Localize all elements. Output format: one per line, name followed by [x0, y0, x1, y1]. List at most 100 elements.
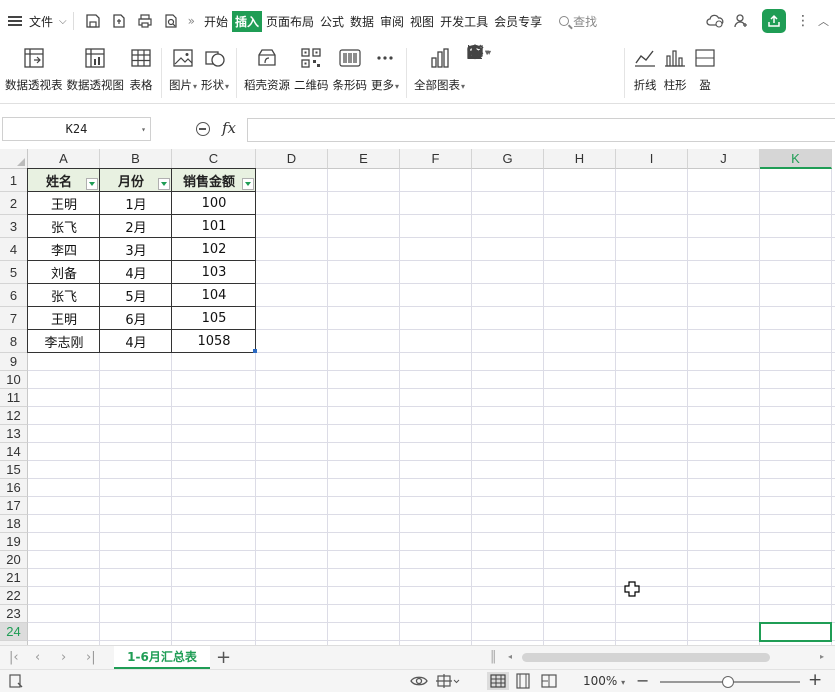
row-header-19[interactable]: 19 — [0, 533, 28, 551]
row-header-12[interactable]: 12 — [0, 407, 28, 425]
row-header-20[interactable]: 20 — [0, 551, 28, 569]
row-header-21[interactable]: 21 — [0, 569, 28, 587]
cloud-sync-icon[interactable] — [705, 11, 725, 31]
column-header-e[interactable]: E — [328, 149, 400, 169]
row-header-18[interactable]: 18 — [0, 515, 28, 533]
row-header-17[interactable]: 17 — [0, 497, 28, 515]
column-header-j[interactable]: J — [688, 149, 760, 169]
zoom-slider[interactable] — [660, 676, 800, 688]
scroll-left-icon[interactable]: ◂ — [508, 652, 512, 661]
row-header-24[interactable]: 24 — [0, 623, 28, 641]
page-break-view-icon[interactable] — [541, 673, 557, 689]
column-header-g[interactable]: G — [472, 149, 544, 169]
table-cell[interactable]: 3月 — [100, 238, 172, 261]
split-handle-icon[interactable]: ‖ — [490, 649, 497, 664]
column-header-f[interactable]: F — [400, 149, 472, 169]
column-header-h[interactable]: H — [544, 149, 616, 169]
table-cell[interactable]: 李志刚 — [28, 330, 100, 353]
last-sheet-icon[interactable]: ›| — [86, 650, 96, 665]
worksheet-grid[interactable]: A B C D E F G H I J K 1 2 3 4 5 6 7 8 9 10 11 12 13 14 15 16 17 18 19… — [0, 149, 835, 645]
shapes-button[interactable]: 形状▾ — [201, 42, 229, 102]
share-button[interactable] — [762, 9, 786, 33]
table-cell[interactable]: 王明 — [28, 192, 100, 215]
row-header-6[interactable]: 6 — [0, 284, 28, 307]
tab-insert[interactable]: 插入 — [231, 10, 262, 32]
tab-developer[interactable]: 开发工具 — [438, 11, 490, 32]
table-cell[interactable]: 5月 — [100, 284, 172, 307]
line-sparkline-button[interactable]: 折线 — [632, 42, 658, 102]
column-header-c[interactable]: C — [172, 149, 256, 169]
pivot-chart-button[interactable]: 数据透视图 — [67, 42, 124, 102]
row-header-14[interactable]: 14 — [0, 443, 28, 461]
scatter-chart-button[interactable]: ▾ — [467, 44, 489, 60]
column-header-i[interactable]: I — [616, 149, 688, 169]
table-cell[interactable]: 102 — [172, 238, 256, 261]
table-cell[interactable]: 4月 — [100, 261, 172, 284]
more-button[interactable]: 更多▾ — [371, 42, 399, 102]
column-header-k[interactable]: K — [760, 149, 832, 169]
collapse-ribbon-icon[interactable]: ︿ — [818, 13, 829, 29]
row-header-10[interactable]: 10 — [0, 371, 28, 389]
table-cell[interactable]: 张飞 — [28, 284, 100, 307]
row-header-11[interactable]: 11 — [0, 389, 28, 407]
row-header-13[interactable]: 13 — [0, 425, 28, 443]
save-icon[interactable] — [83, 11, 103, 31]
search-box[interactable]: 查找 — [559, 13, 597, 30]
select-all-corner[interactable] — [0, 149, 28, 169]
table-cell[interactable]: 张飞 — [28, 215, 100, 238]
all-charts-button[interactable]: 全部图表▾ — [414, 42, 465, 102]
tab-page-layout[interactable]: 页面布局 — [264, 11, 316, 32]
pivot-table-button[interactable]: 数据透视表 — [5, 42, 63, 102]
zoom-slider-knob[interactable] — [722, 676, 734, 688]
scroll-right-icon[interactable]: ▸ — [820, 652, 824, 661]
zoom-out-icon[interactable]: − — [636, 671, 649, 690]
filter-dropdown-icon[interactable] — [158, 178, 170, 190]
table-cell[interactable]: 100 — [172, 192, 256, 215]
table-button[interactable]: 表格 — [128, 42, 154, 102]
tab-view[interactable]: 视图 — [408, 11, 436, 32]
tab-data[interactable]: 数据 — [348, 11, 376, 32]
print-preview-icon[interactable] — [161, 11, 181, 31]
prev-sheet-icon[interactable]: ‹ — [35, 650, 40, 665]
row-header-9[interactable]: 9 — [0, 353, 28, 371]
row-header-22[interactable]: 22 — [0, 587, 28, 605]
row-header-3[interactable]: 3 — [0, 215, 28, 238]
zoom-level[interactable]: 100% ▾ — [583, 674, 625, 688]
sheet-tab-active[interactable]: 1-6月汇总表 — [114, 646, 210, 669]
table-cell[interactable]: 4月 — [100, 330, 172, 353]
filter-dropdown-icon[interactable] — [242, 178, 254, 190]
row-header-2[interactable]: 2 — [0, 192, 28, 215]
column-header-a[interactable]: A — [28, 149, 100, 169]
eye-protection-icon[interactable] — [410, 673, 428, 689]
tab-formulas[interactable]: 公式 — [318, 11, 346, 32]
table-cell[interactable]: 105 — [172, 307, 256, 330]
column-header-d[interactable]: D — [256, 149, 328, 169]
table-cell[interactable]: 2月 — [100, 215, 172, 238]
insert-function-icon[interactable]: fx — [222, 119, 236, 137]
zoom-in-icon[interactable]: + — [808, 670, 822, 690]
row-header-4[interactable]: 4 — [0, 238, 28, 261]
add-sheet-button[interactable]: + — [216, 647, 231, 668]
table-cell[interactable]: 101 — [172, 215, 256, 238]
winloss-sparkline-button[interactable]: 盈 — [692, 42, 718, 102]
horizontal-scrollbar[interactable]: ◂ ▸ — [506, 652, 826, 663]
picture-button[interactable]: 图片▾ — [169, 42, 197, 102]
table-cell[interactable]: 王明 — [28, 307, 100, 330]
table-cell[interactable]: 1058 — [172, 330, 256, 353]
filter-dropdown-icon[interactable] — [86, 178, 98, 190]
normal-view-icon[interactable] — [487, 672, 509, 690]
table-cell[interactable]: 103 — [172, 261, 256, 284]
table-resize-handle[interactable] — [253, 349, 257, 353]
qr-code-button[interactable]: 二维码 — [294, 42, 329, 102]
page-layout-view-icon[interactable] — [515, 673, 531, 689]
tab-review[interactable]: 审阅 — [378, 11, 406, 32]
row-header-7[interactable]: 7 — [0, 307, 28, 330]
row-header-1[interactable]: 1 — [0, 169, 28, 192]
more-options-icon[interactable]: ⋮ — [796, 13, 810, 29]
row-header-16[interactable]: 16 — [0, 479, 28, 497]
table-cell[interactable]: 6月 — [100, 307, 172, 330]
barcode-button[interactable]: 条形码 — [333, 42, 367, 102]
table-cell[interactable]: 李四 — [28, 238, 100, 261]
formula-input[interactable] — [247, 118, 835, 142]
row-header-5[interactable]: 5 — [0, 261, 28, 284]
